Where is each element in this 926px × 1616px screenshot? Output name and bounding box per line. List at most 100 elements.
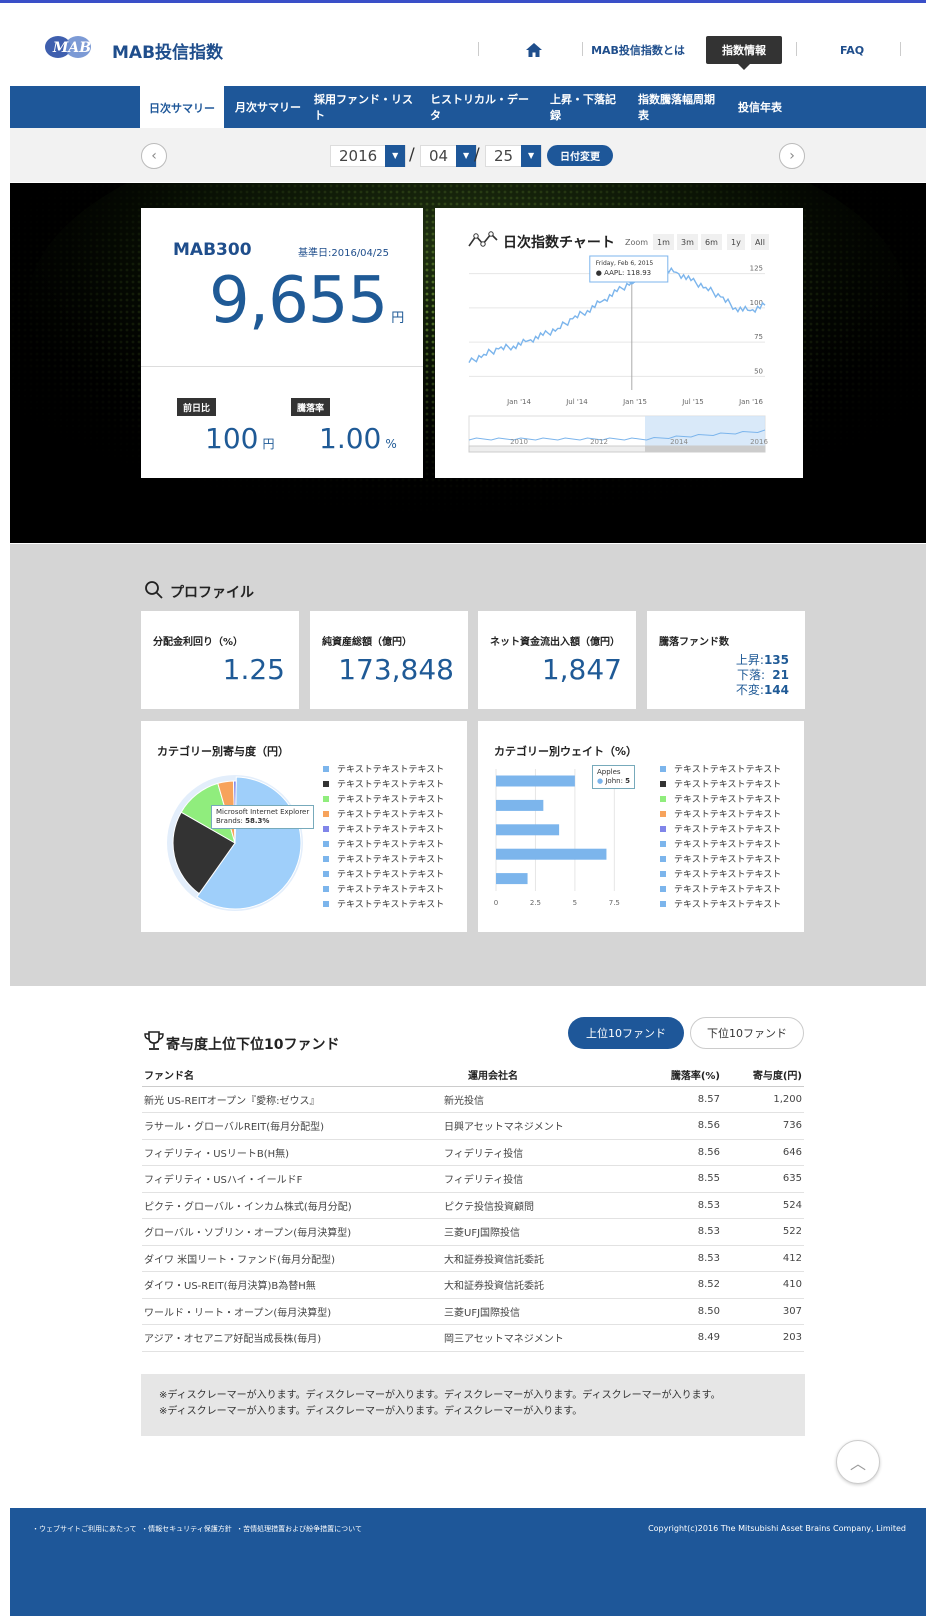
navigator-tick-label: 2012 <box>590 438 608 446</box>
legend-label: テキストテキストテキスト <box>674 780 782 790</box>
day-select[interactable]: 25 ▼ <box>485 144 543 167</box>
bar <box>496 824 560 836</box>
footer-link-terms[interactable]: ウェブサイトご利用にあたって <box>39 1525 137 1533</box>
table-row[interactable]: ラサール・グローバルREIT(毎月分配型) 日興アセットマネジメント 8.56 736 <box>142 1112 804 1140</box>
footer-link-security[interactable]: 情報セキュリティ保護方針 <box>148 1525 232 1533</box>
table-row[interactable]: ピクテ・グローバル・インカム株式(毎月分配) ピクテ投信投資顧問 8.53 524 <box>142 1192 804 1219</box>
fund-name-cell: グローバル・ソブリン・オープン(毎月決算型) <box>142 1218 442 1246</box>
nav-faq[interactable]: FAQ <box>830 36 874 64</box>
site-title: MAB投信指数 <box>112 43 224 63</box>
legend-label: テキストテキストテキスト <box>674 825 782 835</box>
fund-name-cell: フィデリティ・USリートB(H無) <box>142 1139 442 1166</box>
month-select[interactable]: 04 ▼ <box>420 144 478 167</box>
disclaimer-box: ※ディスクレーマーが入ります。ディスクレーマーが入ります。ディスクレーマーが入り… <box>141 1374 805 1436</box>
legend-label: テキストテキストテキスト <box>337 900 445 910</box>
tab-daily-summary[interactable]: 日次サマリー <box>140 86 224 130</box>
site-header: MAB MAB投信指数 MAB投信指数とは 指数情報 FAQ <box>0 4 926 86</box>
stat-updown-funds: 騰落ファンド数 上昇:135 下落: 21 不変:144 <box>647 611 805 709</box>
table-row[interactable]: グローバル・ソブリン・オープン(毎月決算型) 三菱UFJ国際投信 8.53 522 <box>142 1218 804 1246</box>
trophy-icon <box>144 1031 164 1050</box>
legend-item: テキストテキストテキスト <box>660 776 781 791</box>
legend-label: テキストテキストテキスト <box>337 885 445 895</box>
legend-item: テキストテキストテキスト <box>660 896 781 911</box>
table-row[interactable]: フィデリティ・USリートB(H無) フィデリティ投信 8.56 646 <box>142 1139 804 1166</box>
chevron-right-icon: › <box>789 148 795 164</box>
chevron-up-icon: ︿ <box>849 1454 866 1473</box>
tab-fund-list[interactable]: 採用ファンド・リスト <box>314 86 418 128</box>
table-row[interactable]: フィデリティ・USハイ・イールドF フィデリティ投信 8.55 635 <box>142 1165 804 1193</box>
tab-fund-history[interactable]: 投信年表 <box>736 86 784 128</box>
legend-label: テキストテキストテキスト <box>337 810 445 820</box>
legend-label: テキストテキストテキスト <box>674 795 782 805</box>
legend-item: テキストテキストテキスト <box>323 806 444 821</box>
prev-date-button[interactable]: ‹ <box>141 143 167 169</box>
company-cell: ピクテ投信投資顧問 <box>442 1192 642 1219</box>
back-to-top-button[interactable]: ︿ <box>836 1440 880 1484</box>
fund-name-cell: アジア・オセアニア好配当成長株(毎月) <box>142 1324 442 1352</box>
legend-swatch <box>323 795 329 802</box>
copyright: Copyright(c)2016 The Mitsubishi Asset Br… <box>648 1524 906 1533</box>
daily-line-chart[interactable]: 1251007550Friday, Feb 6, 2015● AAPL: 118… <box>435 208 803 478</box>
rate-cell: 8.56 <box>642 1139 722 1166</box>
legend-swatch <box>660 870 666 877</box>
navigator-tick-label: 2016 <box>750 438 768 446</box>
ranking-title: 寄与度上位下位10ファンド <box>166 1037 340 1053</box>
legend-item: テキストテキストテキスト <box>660 761 781 776</box>
legend-label: テキストテキストテキスト <box>337 870 445 880</box>
contribution-cell: 1,200 <box>722 1086 804 1113</box>
tab-periodic-table[interactable]: 指数騰落幅周期表 <box>638 86 724 128</box>
legend-item: テキストテキストテキスト <box>323 776 444 791</box>
contribution-cell: 410 <box>722 1271 804 1299</box>
y-tick-label: 50 <box>754 367 763 375</box>
tab-monthly-summary[interactable]: 月次サマリー <box>232 86 304 128</box>
diff-value: 100 円 <box>205 422 275 455</box>
category-weight-panel: カテゴリー別ウェイト（%） 0 2.5 5 7.5 Apples ● John: 5 … <box>478 721 804 932</box>
rate-cell: 8.53 <box>642 1192 722 1219</box>
y-tick-label: 125 <box>750 265 763 273</box>
rate-label: 騰落率 <box>291 398 331 416</box>
next-date-button[interactable]: › <box>779 143 805 169</box>
nav-index-info[interactable]: 指数情報 <box>706 36 782 70</box>
navigator-tick-label: 2010 <box>510 438 528 446</box>
table-row[interactable]: 新光 US-REITオープン『愛称:ゼウス』 新光投信 8.57 1,200 <box>142 1086 804 1113</box>
tab-historical-data[interactable]: ヒストリカル・データ <box>430 86 534 128</box>
nav-about[interactable]: MAB投信指数とは <box>590 36 686 64</box>
rate-cell: 8.53 <box>642 1218 722 1246</box>
table-row[interactable]: ワールド・リート・オープン(毎月決算型) 三菱UFJ国際投信 8.50 307 <box>142 1298 804 1325</box>
dropdown-arrow-icon: ▼ <box>385 144 406 167</box>
fund-name-cell: フィデリティ・USハイ・イールドF <box>142 1165 442 1193</box>
change-date-button[interactable]: 日付変更 <box>547 145 613 166</box>
year-select[interactable]: 2016 ▼ <box>330 144 407 167</box>
home-icon[interactable] <box>520 36 548 64</box>
top10-button[interactable]: 上位10ファンド <box>568 1017 684 1049</box>
fund-name-cell: ピクテ・グローバル・インカム株式(毎月分配) <box>142 1192 442 1219</box>
legend-item: テキストテキストテキスト <box>323 821 444 836</box>
legend-item: テキストテキストテキスト <box>323 896 444 911</box>
site-footer: ・ウェブサイトご利用にあたって ・情報セキュリティ保護方針 ・苦情処理措置および… <box>10 1508 926 1616</box>
contribution-pie-chart[interactable] <box>155 763 315 923</box>
contribution-cell: 203 <box>722 1324 804 1352</box>
contribution-cell: 524 <box>722 1192 804 1219</box>
legend-swatch <box>323 810 329 817</box>
table-row[interactable]: アジア・オセアニア好配当成長株(毎月) 岡三アセットマネジメント 8.49 203 <box>142 1324 804 1352</box>
footer-link-complaints[interactable]: 苦情処理措置および紛争措置について <box>243 1525 362 1533</box>
legend-swatch <box>323 825 329 832</box>
legend-swatch <box>660 780 666 787</box>
legend-label: テキストテキストテキスト <box>674 765 782 775</box>
navigator-scrollbar-thumb <box>645 446 765 452</box>
table-header-row: ファンド名 運用会社名 騰落率(%) 寄与度(円) <box>142 1064 804 1087</box>
legend-item: テキストテキストテキスト <box>323 761 444 776</box>
contribution-cell: 736 <box>722 1112 804 1140</box>
index-value: 9,655 円 <box>209 264 404 338</box>
legend-label: テキストテキストテキスト <box>337 855 445 865</box>
footer-links: ・ウェブサイトご利用にあたって ・情報セキュリティ保護方針 ・苦情処理措置および… <box>32 1525 362 1533</box>
legend-swatch <box>660 855 666 862</box>
table-row[interactable]: ダイワ 米国リート・ファンド(毎月分配型) 大和証券投資信託委託 8.53 412 <box>142 1245 804 1272</box>
bottom10-button[interactable]: 下位10ファンド <box>690 1017 804 1049</box>
legend-swatch <box>323 765 329 772</box>
line-tooltip: Friday, Feb 6, 2015 ● AAPL: 118.93 <box>589 255 669 283</box>
x-tick-label: 2.5 <box>530 899 541 907</box>
mab-logo[interactable]: MAB <box>44 34 100 60</box>
table-row[interactable]: ダイワ・US-REIT(毎月決算)B為替H無 大和証券投資信託委託 8.52 410 <box>142 1271 804 1299</box>
tab-updown-record[interactable]: 上昇・下落記録 <box>550 86 624 128</box>
